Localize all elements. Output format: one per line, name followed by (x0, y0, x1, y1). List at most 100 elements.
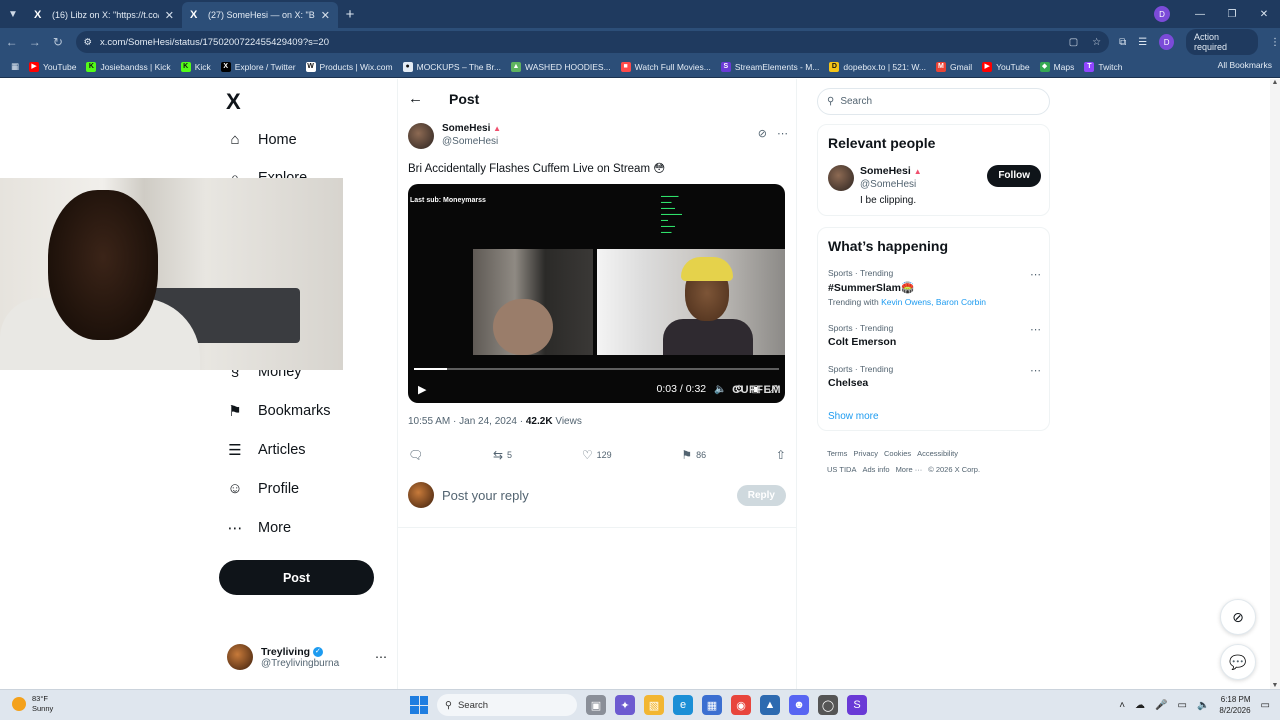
messages-fab-button[interactable]: 💬 (1220, 644, 1256, 680)
taskbar-search[interactable]: ⚲ Search (437, 694, 577, 716)
x-logo-icon[interactable]: X (226, 89, 241, 115)
follow-button[interactable]: Follow (987, 165, 1041, 187)
task-view-icon[interactable]: ▣ (586, 695, 606, 715)
show-more-link[interactable]: Show more (828, 411, 879, 422)
display-icon[interactable]: ▭ (1178, 700, 1187, 711)
reply-button[interactable]: 🗨 (408, 448, 423, 462)
nav-item-bookmarks[interactable]: ⚑ Bookmarks (226, 402, 330, 420)
avatar[interactable] (408, 123, 434, 149)
bookmark-item[interactable]: ▶ YouTube (24, 61, 81, 72)
url-field[interactable]: ⚙ x.com/SomeHesi/status/1750200722455429… (75, 31, 1110, 53)
footer-link[interactable]: © 2026 X Corp. (928, 465, 980, 474)
forward-icon[interactable]: → (23, 35, 46, 49)
install-icon[interactable]: ▢ (1069, 37, 1078, 48)
more-icon[interactable]: ⋯ (375, 650, 387, 664)
grok-fab-button[interactable]: ⊘ (1220, 599, 1256, 635)
more-icon[interactable]: ⋯ (1030, 268, 1041, 281)
bookmark-item[interactable]: K Kick (176, 61, 216, 72)
bookmark-item[interactable]: W Products | Wix.com (301, 61, 398, 72)
play-icon[interactable]: ▶ (418, 383, 426, 396)
edge-icon[interactable]: e (673, 695, 693, 715)
bookmark-item[interactable]: M Gmail (931, 61, 977, 72)
weather-widget[interactable]: 83°F Sunny (12, 694, 53, 714)
volume-icon[interactable]: 🔈 (714, 384, 726, 395)
author-name[interactable]: SomeHesi (442, 123, 490, 134)
trend-item[interactable]: Sports · Trending #SummerSlam🏟️ Trending… (828, 268, 1041, 307)
scroll-up-icon[interactable]: ▲ (1270, 79, 1280, 86)
clock[interactable]: 6:18 PM 8/2/2026 (1219, 694, 1250, 716)
reply-input[interactable]: Post your reply (442, 488, 529, 503)
footer-link[interactable]: Ads info (862, 465, 889, 474)
action-required-button[interactable]: Action required (1186, 29, 1259, 55)
relevant-person[interactable]: SomeHesi ▲ @SomeHesi I be clipping. Foll… (828, 165, 1041, 206)
windows-start-icon[interactable] (410, 696, 428, 714)
trend-item[interactable]: Sports · Trending Colt Emerson ⋯ (828, 323, 1041, 348)
profile-avatar[interactable]: D (1154, 6, 1170, 22)
copilot-icon[interactable]: ✦ (615, 695, 635, 715)
close-tab-icon[interactable]: ✕ (165, 9, 174, 22)
profile-avatar[interactable]: D (1159, 34, 1175, 50)
obs-icon[interactable]: ◯ (818, 695, 838, 715)
photos-icon[interactable]: ▲ (760, 695, 780, 715)
site-info-icon[interactable]: ⚙ (84, 37, 93, 48)
chevron-up-icon[interactable]: ˄ (1119, 700, 1125, 711)
author-handle[interactable]: @SomeHesi (442, 136, 501, 147)
reload-icon[interactable]: ↻ (46, 35, 69, 49)
footer-link[interactable]: Privacy (853, 449, 878, 458)
page-scrollbar[interactable]: ▲ ▼ (1270, 79, 1280, 689)
apps-icon[interactable]: ▦ (6, 61, 24, 72)
repost-button[interactable]: ⇆ 5 (493, 448, 512, 462)
footer-link[interactable]: More ··· (896, 465, 923, 474)
all-bookmarks-button[interactable]: All Bookmarks (1218, 60, 1272, 70)
footer-link[interactable]: Terms (827, 449, 847, 458)
bookmark-item[interactable]: ▶ YouTube (977, 61, 1034, 72)
bookmark-item[interactable]: T Twitch (1079, 61, 1127, 72)
footer-link[interactable]: US TIDA (827, 465, 856, 474)
share-button[interactable]: ⇧ (776, 448, 786, 462)
bookmark-item[interactable]: ● MOCKUPS – The Br... (398, 61, 506, 72)
account-switcher[interactable]: Treyliving ✓ @Treylivingburna ⋯ (227, 644, 387, 670)
post-button[interactable]: Post (219, 560, 374, 595)
bookmark-item[interactable]: K Josiebandss | Kick (81, 61, 175, 72)
close-window-icon[interactable]: ✕ (1248, 9, 1280, 20)
nav-item-more[interactable]: ⋯ More (226, 519, 292, 537)
trend-item[interactable]: Sports · Trending Chelsea ⋯ (828, 364, 1041, 389)
footer-link[interactable]: Cookies (884, 449, 911, 458)
close-tab-icon[interactable]: ✕ (321, 9, 330, 22)
back-arrow-icon[interactable]: ← (408, 90, 423, 107)
more-icon[interactable]: ⋯ (1030, 364, 1041, 377)
bookmark-button[interactable]: ⚑ 86 (681, 448, 706, 462)
more-icon[interactable]: ⋯ (777, 127, 788, 149)
back-icon[interactable]: ← (0, 35, 23, 49)
scroll-down-icon[interactable]: ▼ (1270, 682, 1280, 689)
new-tab-button[interactable]: + (338, 6, 362, 23)
bookmark-item[interactable]: ■ Watch Full Movies... (616, 61, 716, 72)
discord-icon[interactable]: ☻ (789, 695, 809, 715)
nav-item-profile[interactable]: ☺ Profile (226, 480, 299, 497)
network-icon[interactable]: ☁ (1135, 700, 1145, 711)
more-icon[interactable]: ⋯ (1030, 323, 1041, 336)
grok-icon[interactable]: ⊘ (758, 127, 767, 149)
video-progress-bar[interactable] (414, 368, 779, 370)
restore-icon[interactable]: ❐ (1216, 9, 1248, 20)
bookmark-item[interactable]: ◆ Maps (1035, 61, 1080, 72)
nav-item-articles[interactable]: ☰ Articles (226, 441, 305, 459)
trend-with-links[interactable]: Kevin Owens, Baron Corbin (881, 297, 986, 307)
search-input[interactable]: ⚲ Search (817, 88, 1050, 115)
bookmark-item[interactable]: Ddopebox.to | 521: W... (824, 61, 931, 72)
media-icon[interactable]: ☰ (1138, 37, 1147, 48)
extensions-icon[interactable]: ⧉ (1119, 37, 1126, 48)
tab-search-icon[interactable]: ▼ (0, 0, 26, 28)
video-player[interactable]: Last sub: Moneymarss ▬▬▬▬▬ ▬▬▬ ▬▬▬▬ ▬▬▬▬▬▬ ▬… (408, 184, 785, 403)
like-button[interactable]: ♡ 129 (582, 448, 612, 462)
tab-somehesi[interactable]: X (27) SomeHesi — on X: "Bri Acc ✕ (182, 2, 338, 28)
minimize-icon[interactable]: — (1184, 9, 1216, 20)
star-icon[interactable]: ☆ (1092, 37, 1101, 48)
notifications-icon[interactable]: ▭ (1261, 700, 1270, 711)
footer-link[interactable]: Accessibility (917, 449, 958, 458)
store-icon[interactable]: ▦ (702, 695, 722, 715)
tab-libz[interactable]: X (16) Libz on X: "https://t.co/eYo ✕ (26, 2, 182, 28)
bookmark-item[interactable]: X Explore / Twitter (216, 61, 301, 72)
reply-submit-button[interactable]: Reply (736, 484, 786, 506)
streamelements-icon[interactable]: S (847, 695, 867, 715)
